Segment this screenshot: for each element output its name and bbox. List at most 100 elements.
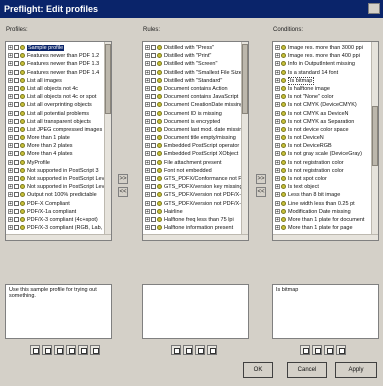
expand-icon[interactable]: + — [275, 143, 280, 149]
checkbox[interactable] — [151, 118, 156, 124]
new-profile-icon[interactable] — [30, 345, 40, 355]
list-item[interactable]: + List all potential problems — [6, 110, 104, 118]
list-item[interactable]: + Is not CMYK as DeviceN — [273, 110, 371, 118]
list-item[interactable]: + Is not device color space — [273, 126, 371, 134]
list-item[interactable]: + Is not registration color — [273, 167, 371, 175]
close-icon[interactable] — [368, 3, 380, 14]
list-item[interactable]: + Image res. more than 3000 ppi — [273, 44, 371, 52]
list-item[interactable]: + PDF-X Compliant — [6, 200, 104, 208]
profiles-scrollbar[interactable] — [104, 42, 111, 240]
list-item[interactable]: + Output not 100% predictable — [6, 191, 104, 199]
list-item[interactable]: + Distilled with "Print" — [143, 52, 241, 60]
delete-rule-icon[interactable] — [207, 345, 217, 355]
checkbox[interactable] — [14, 69, 19, 75]
conditions-scrollbar[interactable] — [371, 42, 378, 240]
new-rule-icon[interactable] — [171, 345, 181, 355]
apply-button[interactable]: Apply — [335, 362, 377, 378]
ok-button[interactable]: OK — [243, 362, 273, 378]
list-item[interactable]: + Halftone freq less than 75 lpi — [143, 216, 241, 224]
expand-icon[interactable]: + — [275, 77, 280, 83]
list-item[interactable]: + Is not DeviceN — [273, 134, 371, 142]
expand-icon[interactable]: + — [275, 176, 280, 182]
checkbox[interactable] — [151, 225, 156, 231]
duplicate-profile-icon[interactable] — [42, 345, 52, 355]
checkbox[interactable] — [151, 200, 156, 206]
expand-icon[interactable]: + — [275, 102, 280, 108]
list-item[interactable]: + List all objects not 4c or spot — [6, 93, 104, 101]
list-item[interactable]: + Is not "None" color — [273, 93, 371, 101]
duplicate-condition-icon[interactable] — [312, 345, 322, 355]
move-from-conditions-button[interactable]: << — [256, 187, 266, 197]
expand-icon[interactable]: + — [275, 53, 280, 59]
expand-icon[interactable]: + — [8, 94, 13, 100]
checkbox[interactable] — [151, 102, 156, 108]
checkbox[interactable] — [151, 176, 156, 182]
list-item[interactable]: + List JPEG compressed images — [6, 126, 104, 134]
checkbox[interactable] — [14, 110, 19, 116]
checkbox[interactable] — [14, 216, 19, 222]
checkbox[interactable] — [151, 110, 156, 116]
move-to-conditions-button[interactable]: >> — [256, 174, 266, 184]
expand-icon[interactable]: + — [145, 53, 150, 59]
expand-icon[interactable]: + — [8, 61, 13, 67]
list-item[interactable]: + Hairline — [143, 208, 241, 216]
conditions-hscrollbar[interactable] — [273, 234, 378, 240]
list-item[interactable]: + List all transparent objects — [6, 118, 104, 126]
expand-icon[interactable]: + — [145, 216, 150, 222]
expand-icon[interactable]: + — [275, 192, 280, 198]
expand-icon[interactable]: + — [145, 102, 150, 108]
checkbox[interactable] — [151, 216, 156, 222]
list-item[interactable]: + Not supported in PostScript 3 — [6, 167, 104, 175]
list-item[interactable]: + Distilled with "Screen" — [143, 60, 241, 68]
expand-icon[interactable]: + — [8, 151, 13, 157]
expand-icon[interactable]: + — [8, 45, 13, 51]
cancel-button[interactable]: Cancel — [287, 362, 327, 378]
list-item[interactable]: + Is not registration color — [273, 159, 371, 167]
checkbox[interactable] — [14, 45, 19, 51]
checkbox[interactable] — [14, 126, 19, 132]
expand-icon[interactable]: + — [145, 77, 150, 83]
expand-icon[interactable]: + — [145, 225, 150, 231]
checkbox[interactable] — [151, 85, 156, 91]
checkbox[interactable] — [14, 176, 19, 182]
expand-icon[interactable]: + — [8, 69, 13, 75]
checkbox[interactable] — [151, 135, 156, 141]
expand-icon[interactable]: + — [8, 118, 13, 124]
expand-icon[interactable]: + — [8, 77, 13, 83]
conditions-list[interactable]: + Image res. more than 3000 ppi + Image res… — [272, 41, 379, 241]
expand-icon[interactable]: + — [145, 94, 150, 100]
checkbox[interactable] — [14, 61, 19, 67]
expand-icon[interactable]: + — [145, 69, 150, 75]
expand-icon[interactable]: + — [145, 167, 150, 173]
list-item[interactable]: + Document CreationDate missing — [143, 101, 241, 109]
list-item[interactable]: + GTS_PDFX/version not PDF/X-3 — [143, 200, 241, 208]
expand-icon[interactable]: + — [145, 151, 150, 157]
profiles-list[interactable]: + Sample profile + Features newer than PDF … — [5, 41, 112, 241]
list-item[interactable]: + Line width less than 0.25 pt — [273, 200, 371, 208]
checkbox[interactable] — [14, 102, 19, 108]
list-item[interactable]: + Not supported in PostScript Level 1 — [6, 175, 104, 183]
expand-icon[interactable]: + — [275, 94, 280, 100]
list-item[interactable]: + Is text object — [273, 183, 371, 191]
checkbox[interactable] — [14, 159, 19, 165]
list-item[interactable]: + Halftone information present — [143, 224, 241, 232]
checkbox[interactable] — [151, 77, 156, 83]
checkbox[interactable] — [151, 53, 156, 59]
list-item[interactable]: + List all images — [6, 77, 104, 85]
list-item[interactable]: + GTS_PDFX/version not PDF/X-1 — [143, 191, 241, 199]
checkbox[interactable] — [151, 69, 156, 75]
expand-icon[interactable]: + — [275, 216, 280, 222]
list-item[interactable]: + Document last mod. date missing — [143, 126, 241, 134]
list-item[interactable]: + Less than 8 bit image — [273, 191, 371, 199]
expand-icon[interactable]: + — [145, 45, 150, 51]
expand-icon[interactable]: + — [145, 184, 150, 190]
condition-description-field[interactable]: Is bitmap — [272, 284, 379, 339]
move-from-rules-button[interactable]: << — [118, 187, 128, 197]
list-item[interactable]: + Document title empty/missing — [143, 134, 241, 142]
expand-icon[interactable]: + — [275, 135, 280, 141]
list-item[interactable]: + GTS_PDFX/Conformance not PDF/X — [143, 175, 241, 183]
checkbox[interactable] — [14, 77, 19, 83]
expand-icon[interactable]: + — [145, 61, 150, 67]
list-item[interactable]: + Document ID is missing — [143, 110, 241, 118]
expand-icon[interactable]: + — [145, 135, 150, 141]
